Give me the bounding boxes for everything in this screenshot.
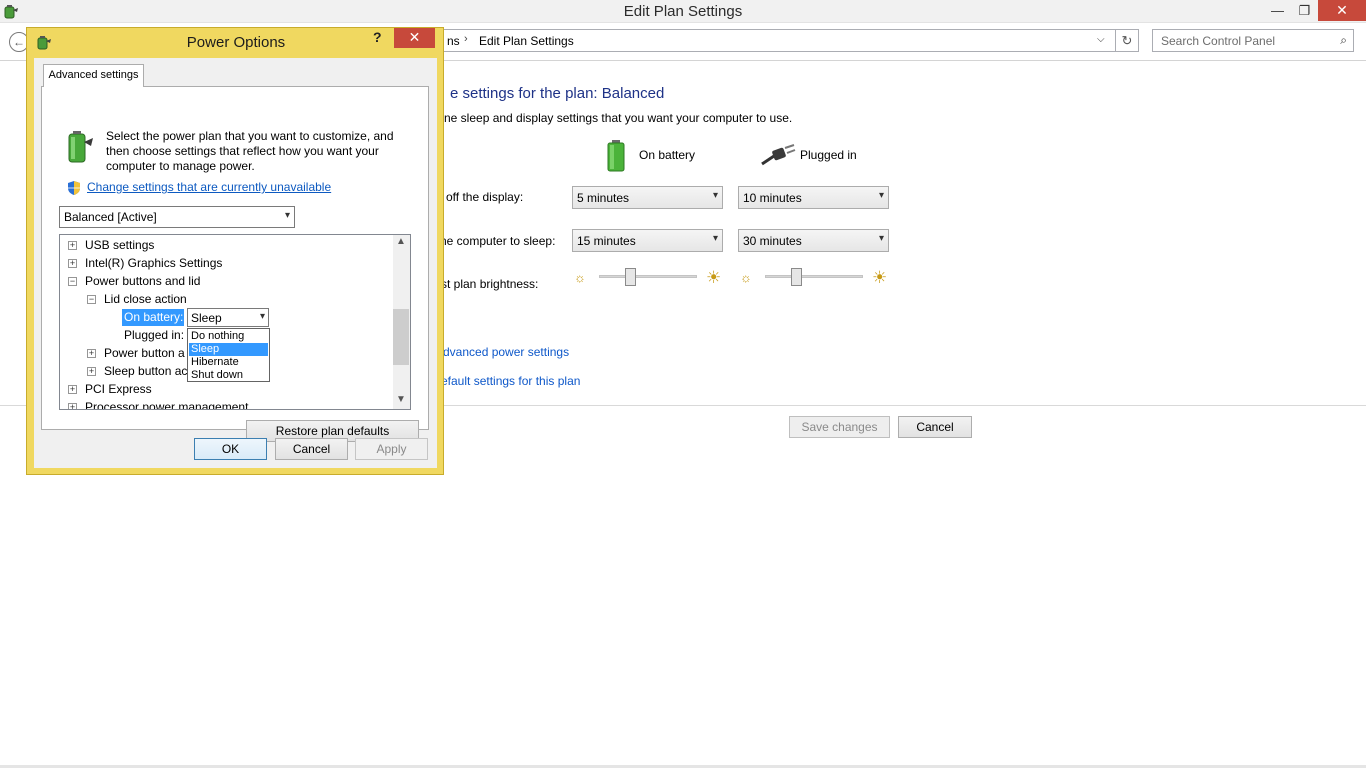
ok-button[interactable]: OK — [194, 438, 267, 460]
search-input[interactable]: Search Control Panel ⌕ — [1152, 29, 1354, 52]
tree-item-sleep-button-action[interactable]: Sleep button ac — [104, 364, 187, 378]
menu-option-do-nothing[interactable]: Do nothing — [189, 330, 268, 343]
dialog-body: Advanced settings Select the power plan … — [34, 58, 437, 468]
tree-item-intel-graphics[interactable]: Intel(R) Graphics Settings — [85, 256, 222, 270]
lid-action-value: Sleep — [191, 311, 222, 325]
sleep-battery-value: 15 minutes — [577, 234, 636, 248]
battery-icon — [607, 140, 625, 172]
tree-item-pci-express[interactable]: PCI Express — [85, 382, 152, 396]
collapse-icon[interactable]: − — [87, 295, 96, 304]
tree-item-processor-power[interactable]: Processor power management — [85, 400, 248, 409]
brightness-plugged-track — [765, 275, 863, 278]
tree-item-on-battery[interactable]: On battery: — [122, 309, 184, 326]
collapse-icon[interactable]: − — [68, 277, 77, 286]
apply-button[interactable]: Apply — [355, 438, 428, 460]
breadcrumb-previous[interactable]: ns — [447, 34, 460, 48]
tab-advanced-settings[interactable]: Advanced settings — [43, 64, 144, 87]
chevron-down-icon: ▾ — [878, 233, 884, 244]
sun-dim-icon: ☼ — [574, 270, 586, 285]
chevron-down-icon: ▾ — [878, 190, 884, 201]
window-title: Edit Plan Settings — [623, 3, 743, 20]
minimize-button[interactable]: — — [1264, 0, 1291, 21]
main-title-bar: Edit Plan Settings — ❐ ✕ — [0, 0, 1366, 23]
settings-tree[interactable]: + USB settings + Intel(R) Graphics Setti… — [59, 234, 411, 410]
display-plugged-value: 10 minutes — [743, 191, 802, 205]
chevron-down-icon: ▾ — [712, 233, 718, 244]
sun-bright-icon: ☀ — [872, 268, 888, 287]
brightness-battery-slider[interactable] — [625, 268, 637, 286]
display-plugged-select[interactable]: 10 minutes ▾ — [738, 186, 889, 209]
restore-defaults-link[interactable]: efault settings for this plan — [441, 374, 580, 388]
chevron-down-icon: ▾ — [259, 311, 265, 322]
search-icon[interactable]: ⌕ — [1340, 33, 1347, 48]
address-bar[interactable]: ns › Edit Plan Settings ⌵ — [440, 29, 1116, 52]
menu-option-sleep[interactable]: Sleep — [189, 343, 268, 356]
advanced-settings-link[interactable]: dvanced power settings — [443, 345, 569, 359]
tree-item-power-buttons-lid[interactable]: Power buttons and lid — [85, 274, 200, 288]
page-description: ne sleep and display settings that you w… — [444, 111, 793, 125]
expand-icon[interactable]: + — [68, 403, 77, 409]
search-placeholder: Search Control Panel — [1161, 34, 1276, 48]
brightness-plugged-slider[interactable] — [791, 268, 803, 286]
close-button[interactable]: ✕ — [1318, 0, 1366, 21]
power-plan-select[interactable]: Balanced [Active] ▾ — [59, 206, 295, 228]
change-unavailable-settings-link[interactable]: Change settings that are currently unava… — [87, 180, 331, 194]
intro-text: Select the power plan that you want to c… — [106, 129, 394, 173]
menu-option-shut-down[interactable]: Shut down — [189, 369, 268, 382]
display-timeout-label: off the display: — [446, 190, 524, 204]
dialog-close-button[interactable]: ✕ — [394, 28, 435, 48]
tab-panel: Select the power plan that you want to c… — [41, 86, 429, 442]
breadcrumb-separator-icon: › — [464, 33, 468, 45]
refresh-button[interactable]: ↻ — [1116, 29, 1139, 52]
power-options-dialog: Power Options ? ✕ Advanced settings Sele… — [26, 27, 444, 475]
menu-option-hibernate[interactable]: Hibernate — [189, 356, 268, 369]
scroll-down-icon[interactable]: ▼ — [396, 394, 406, 405]
breadcrumb-current[interactable]: Edit Plan Settings — [479, 34, 574, 48]
display-battery-value: 5 minutes — [577, 191, 630, 205]
sleep-plugged-select[interactable]: 30 minutes ▾ — [738, 229, 889, 252]
power-plan-value: Balanced [Active] — [64, 210, 157, 224]
expand-icon[interactable]: + — [87, 349, 96, 358]
sun-dim-icon: ☼ — [740, 270, 752, 285]
tree-item-plugged-in[interactable]: Plugged in: — [124, 328, 184, 342]
expand-icon[interactable]: + — [68, 385, 77, 394]
plug-icon — [761, 144, 796, 166]
address-dropdown-icon[interactable]: ⌵ — [1097, 34, 1105, 45]
uac-shield-icon — [68, 181, 80, 195]
cancel-button[interactable]: Cancel — [898, 416, 972, 438]
column-on-battery: On battery — [639, 148, 696, 162]
sun-bright-icon: ☀ — [706, 268, 722, 287]
chevron-down-icon: ▾ — [284, 210, 290, 221]
sleep-plugged-value: 30 minutes — [743, 234, 802, 248]
display-battery-select[interactable]: 5 minutes ▾ — [572, 186, 723, 209]
help-button[interactable]: ? — [373, 29, 387, 45]
lid-action-dropdown-menu: Do nothing Sleep Hibernate Shut down — [187, 328, 270, 382]
column-plugged-in: Plugged in — [800, 148, 857, 162]
dialog-cancel-button[interactable]: Cancel — [275, 438, 348, 460]
expand-icon[interactable]: + — [68, 259, 77, 268]
power-plan-icon — [68, 131, 93, 163]
scrollbar-thumb[interactable] — [393, 309, 409, 365]
brightness-battery-track — [599, 275, 697, 278]
sleep-battery-select[interactable]: 15 minutes ▾ — [572, 229, 723, 252]
tree-item-usb-settings[interactable]: USB settings — [85, 238, 154, 252]
tree-item-power-button-action[interactable]: Power button a — [104, 346, 185, 360]
brightness-label: st plan brightness: — [441, 277, 539, 291]
tree-item-lid-close-action[interactable]: Lid close action — [104, 292, 187, 306]
lid-action-select[interactable]: Sleep ▾ — [187, 308, 269, 327]
sleep-timeout-label: ne computer to sleep: — [440, 234, 556, 248]
save-changes-button[interactable]: Save changes — [789, 416, 890, 438]
expand-icon[interactable]: + — [68, 241, 77, 250]
chevron-down-icon: ▾ — [712, 190, 718, 201]
page-heading: e settings for the plan: Balanced — [450, 85, 665, 102]
scroll-up-icon[interactable]: ▲ — [396, 236, 406, 247]
maximize-button[interactable]: ❐ — [1291, 0, 1318, 21]
expand-icon[interactable]: + — [87, 367, 96, 376]
tree-scrollbar[interactable]: ▲ ▼ — [393, 235, 410, 409]
